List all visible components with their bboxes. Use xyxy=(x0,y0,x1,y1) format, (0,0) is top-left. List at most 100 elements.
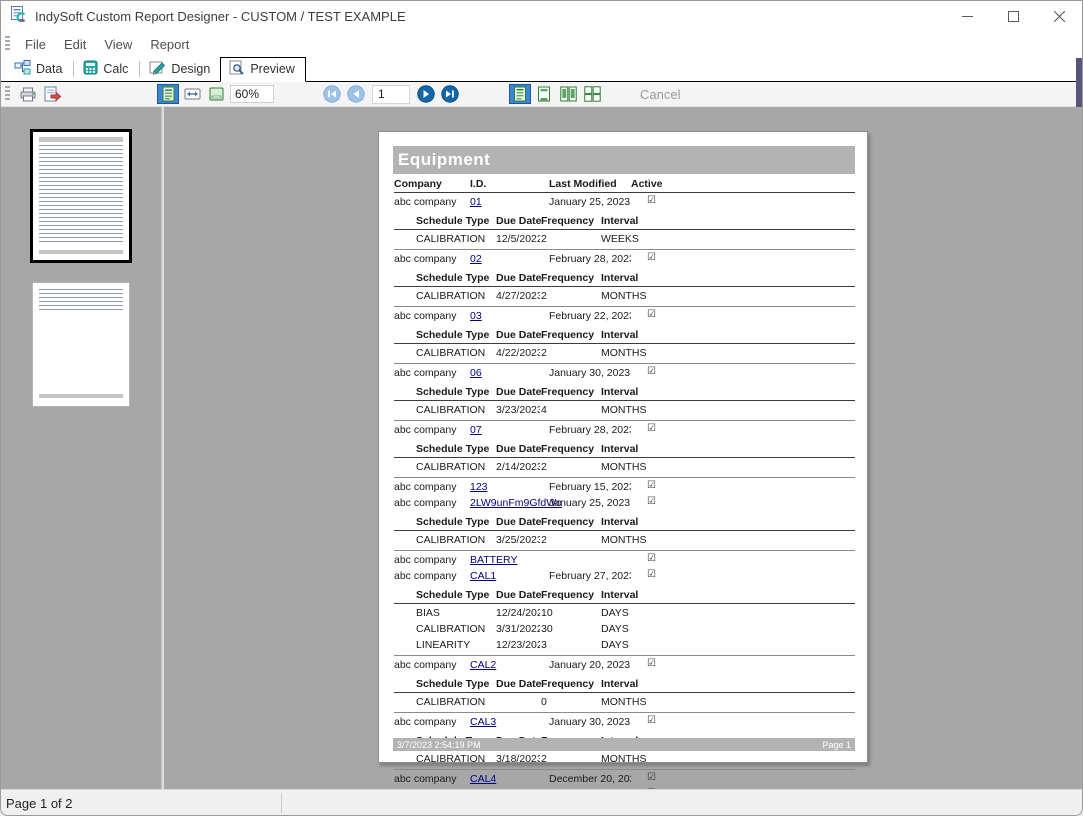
schedule-header-row: Schedule TypeDue DateFrequencyInterval xyxy=(394,678,855,693)
zoom-percent-button[interactable] xyxy=(205,84,227,104)
schedule-column-frequency: Frequency xyxy=(541,329,594,341)
schedule-column-interval: Interval xyxy=(601,329,638,341)
last-modified-cell: February 15, 2023 xyxy=(525,481,631,493)
schedule-frequency-cell: 4 xyxy=(541,404,547,416)
active-checkbox: ☑ xyxy=(647,423,656,434)
row-separator xyxy=(394,712,855,713)
tab-preview[interactable]: Preview xyxy=(220,57,305,82)
equipment-id-link[interactable]: 01 xyxy=(470,196,482,208)
company-cell: abc company xyxy=(394,570,456,582)
equipment-id-link[interactable]: CAL3 xyxy=(470,716,496,728)
schedule-type-cell: CALIBRATION xyxy=(416,233,485,245)
report-rows: abc company01January 25, 2023☑Schedule T… xyxy=(394,196,855,789)
active-checkbox: ☑ xyxy=(647,195,656,206)
equipment-id-link[interactable]: 06 xyxy=(470,367,482,379)
export-button[interactable] xyxy=(41,84,63,104)
app-icon xyxy=(10,5,27,27)
equipment-id-link[interactable]: CAL4 xyxy=(470,773,496,785)
tab-design[interactable]: Design xyxy=(141,58,220,81)
schedule-interval-cell: MONTHS xyxy=(601,753,647,765)
menu-view[interactable]: View xyxy=(95,31,141,57)
equipment-id-link[interactable]: 123 xyxy=(470,481,488,493)
last-page-button[interactable] xyxy=(439,84,461,104)
close-button[interactable] xyxy=(1036,1,1082,31)
active-checkbox: ☑ xyxy=(647,480,656,491)
company-cell: abc company xyxy=(394,196,456,208)
schedule-type-cell: CALIBRATION xyxy=(416,347,485,359)
equipment-row: abc companyCAL4December 20, 202☑ xyxy=(394,773,855,786)
status-bar: Page 1 of 2 xyxy=(1,789,1082,816)
schedule-column-frequency: Frequency xyxy=(541,386,594,398)
zoom-level-field[interactable]: 60% xyxy=(230,85,274,103)
schedule-due-date-cell: 3/23/2023 xyxy=(496,404,540,416)
active-checkbox: ☑ xyxy=(647,569,656,580)
equipment-row: abc company01January 25, 2023☑ xyxy=(394,196,855,209)
toolbar-grip[interactable] xyxy=(5,86,10,102)
tab-data[interactable]: Data xyxy=(6,58,72,81)
row-separator xyxy=(394,550,855,551)
first-page-button[interactable] xyxy=(321,84,343,104)
column-header-last-modified: Last Modified xyxy=(549,178,617,190)
equipment-id-link[interactable]: CAL1 xyxy=(470,570,496,582)
maximize-button[interactable] xyxy=(990,1,1036,31)
cancel-button[interactable]: Cancel xyxy=(640,87,680,102)
view-facing-pages-button[interactable] xyxy=(557,84,579,104)
schedule-row: CALIBRATION3/25/20232MONTHS xyxy=(394,534,855,547)
view-single-page-button[interactable] xyxy=(509,84,531,104)
equipment-id-link[interactable]: 07 xyxy=(470,424,482,436)
schedule-column-due-date: Due Date xyxy=(496,272,542,284)
equipment-id-link[interactable]: 03 xyxy=(470,310,482,322)
schedule-column-type: Schedule Type xyxy=(416,678,489,690)
page-thumbnail-panel xyxy=(1,107,161,789)
equipment-id-link[interactable]: CAL2 xyxy=(470,659,496,671)
last-modified-cell: January 30, 2023 xyxy=(525,716,631,728)
active-checkbox: ☑ xyxy=(647,496,656,507)
previous-page-button[interactable] xyxy=(345,84,367,104)
company-cell: abc company xyxy=(394,554,456,566)
schedule-due-date-cell: 12/23/2022 xyxy=(496,639,540,651)
toolbar-edge-stripe xyxy=(1076,58,1082,107)
active-checkbox: ☑ xyxy=(647,252,656,263)
company-cell: abc company xyxy=(394,424,456,436)
thumbnail-footer-band xyxy=(39,394,123,398)
last-modified-cell: January 30, 2023 xyxy=(525,367,631,379)
zoom-fit-page-button[interactable] xyxy=(157,84,179,104)
menu-edit[interactable]: Edit xyxy=(55,31,95,57)
schedule-row: CALIBRATION3/23/20234MONTHS xyxy=(394,404,855,417)
schedule-header-row: Schedule TypeDue DateFrequencyInterval xyxy=(394,516,855,531)
page-number-input[interactable]: 1 xyxy=(372,85,410,104)
zoom-fit-width-button[interactable] xyxy=(181,84,203,104)
schedule-due-date-cell: 4/22/2023 xyxy=(496,347,540,359)
menu-file[interactable]: File xyxy=(16,31,55,57)
view-multiple-pages-button[interactable] xyxy=(581,84,603,104)
page-thumbnail-2[interactable] xyxy=(32,282,130,407)
equipment-id-link[interactable]: BATTERY xyxy=(470,554,517,566)
menu-grip[interactable] xyxy=(5,36,10,52)
report-page: Equipment Company I.D. Last Modified Act… xyxy=(378,131,868,763)
schedule-row: CALIBRATION2/14/20232MONTHS xyxy=(394,461,855,474)
schedule-frequency-cell: 2 xyxy=(541,534,547,546)
row-separator xyxy=(394,306,855,307)
print-button[interactable] xyxy=(17,84,39,104)
tab-bar: Data Calc xyxy=(1,57,1082,82)
schedule-row: CALIBRATION0MONTHS xyxy=(394,696,855,709)
company-cell: abc company xyxy=(394,716,456,728)
schedule-column-due-date: Due Date xyxy=(496,329,542,341)
equipment-id-link[interactable]: 02 xyxy=(470,253,482,265)
menu-report[interactable]: Report xyxy=(141,31,198,57)
active-checkbox: ☑ xyxy=(647,366,656,377)
view-continuous-button[interactable] xyxy=(533,84,555,104)
schedule-column-frequency: Frequency xyxy=(541,589,594,601)
schedule-header-row: Schedule TypeDue DateFrequencyInterval xyxy=(394,272,855,287)
schedule-column-due-date: Due Date xyxy=(496,516,542,528)
schedule-due-date-cell: 2/14/2023 xyxy=(496,461,540,473)
schedule-type-cell: CALIBRATION xyxy=(416,290,485,302)
schedule-column-type: Schedule Type xyxy=(416,443,489,455)
report-footer-timestamp: 3/7/2023 2:54:19 PM xyxy=(397,740,481,750)
next-page-button[interactable] xyxy=(415,84,437,104)
tab-calc[interactable]: Calc xyxy=(75,58,138,81)
page-thumbnail-1[interactable] xyxy=(30,129,132,263)
report-body: Company I.D. Last Modified Active abc co… xyxy=(394,176,855,789)
equipment-row: abc company2LW9unFm9GfdWoJanuary 25, 202… xyxy=(394,497,855,510)
minimize-button[interactable] xyxy=(944,1,990,31)
